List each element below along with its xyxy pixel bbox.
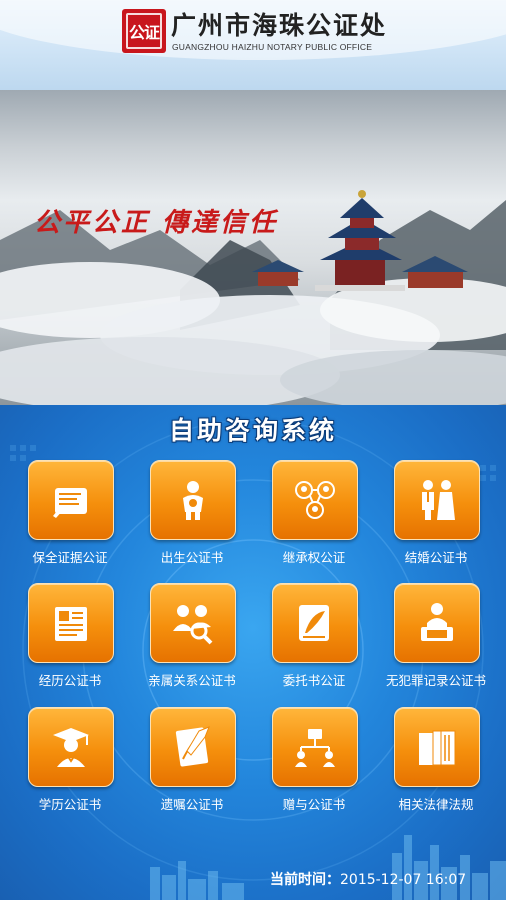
tile-label: 出生公证书 xyxy=(160,550,224,565)
temple-clouds-scene xyxy=(0,190,506,405)
power-of-attorney-button[interactable] xyxy=(272,583,358,663)
laws-button[interactable] xyxy=(394,707,480,787)
education-button[interactable] xyxy=(28,707,114,787)
office-title-cn: 广州市海珠公证处 xyxy=(171,11,388,40)
tile-relatives[interactable]: 亲属关系公证书 xyxy=(127,583,247,703)
inheritance-people-icon xyxy=(295,481,335,519)
tile-no-criminal-record[interactable]: 无犯罪记录公证书 xyxy=(371,583,491,703)
birth-button[interactable] xyxy=(150,460,236,540)
graduate-icon xyxy=(53,728,89,767)
resume-document-icon xyxy=(55,607,87,641)
experience-button[interactable] xyxy=(28,583,114,663)
tile-gift[interactable]: 赠与公证书 xyxy=(249,707,369,827)
tile-laws[interactable]: 相关法律法规 xyxy=(371,707,491,827)
tile-evidence-preservation[interactable]: 保全证据公证 xyxy=(5,460,125,580)
inheritance-button[interactable] xyxy=(272,460,358,540)
tile-birth[interactable]: 出生公证书 xyxy=(127,460,247,580)
evidence-preservation-button[interactable] xyxy=(28,460,114,540)
logo-text: 公证 xyxy=(128,23,160,42)
gift-button[interactable] xyxy=(272,707,358,787)
baby-icon xyxy=(183,481,203,520)
tile-label: 亲属关系公证书 xyxy=(148,673,236,688)
office-title-en: GUANGZHOU HAIZHU NOTARY PUBLIC OFFICE xyxy=(172,42,373,52)
time-label: 当前时间： xyxy=(270,872,340,888)
notary-logo: 公证 xyxy=(122,9,166,53)
relatives-button[interactable] xyxy=(150,583,236,663)
tile-label: 赠与公证书 xyxy=(282,797,346,812)
tile-experience[interactable]: 经历公证书 xyxy=(5,583,125,703)
tile-label: 继承权公证 xyxy=(282,550,346,565)
tile-marriage[interactable]: 结婚公证书 xyxy=(371,460,491,580)
main-panel: 自助咨询系统 保全证据公证 出生公证书 继承权公证 结婚公证书 经历公证书 亲属… xyxy=(0,405,506,900)
tile-label: 经历公证书 xyxy=(38,673,102,688)
will-button[interactable] xyxy=(150,707,236,787)
banner-image: 公平公正 傳達信任 xyxy=(0,90,506,405)
person-computer-icon xyxy=(421,603,453,641)
current-time: 当前时间：2015-12-07 16:07 xyxy=(270,869,466,889)
tile-label: 无犯罪记录公证书 xyxy=(385,673,486,688)
tile-label: 结婚公证书 xyxy=(404,550,468,565)
tile-power-of-attorney[interactable]: 委托书公证 xyxy=(249,583,369,703)
relatives-search-icon xyxy=(173,605,213,645)
will-document-icon xyxy=(175,726,210,767)
tile-label: 学历公证书 xyxy=(38,797,102,812)
couple-icon xyxy=(422,480,455,520)
tile-will[interactable]: 遗嘱公证书 xyxy=(127,707,247,827)
tile-label: 保全证据公证 xyxy=(32,550,108,565)
tile-label: 遗嘱公证书 xyxy=(160,797,224,812)
tile-education[interactable]: 学历公证书 xyxy=(5,707,125,827)
slogan-text: 公平公正 傳達信任 xyxy=(34,208,279,238)
marriage-button[interactable] xyxy=(394,460,480,540)
no-criminal-record-button[interactable] xyxy=(394,583,480,663)
system-title: 自助咨询系统 xyxy=(168,416,337,445)
proxy-document-icon xyxy=(299,605,329,641)
app-header: 公证 广州市海珠公证处 GUANGZHOU HAIZHU NOTARY PUBL… xyxy=(0,0,506,90)
tile-label: 委托书公证 xyxy=(282,673,346,688)
tile-label: 相关法律法规 xyxy=(398,797,474,812)
time-value: 2015-12-07 16:07 xyxy=(340,872,467,888)
tile-inheritance[interactable]: 继承权公证 xyxy=(249,460,369,580)
law-books-icon xyxy=(419,730,456,766)
gift-transfer-icon xyxy=(295,729,335,767)
document-pen-icon xyxy=(53,488,87,518)
